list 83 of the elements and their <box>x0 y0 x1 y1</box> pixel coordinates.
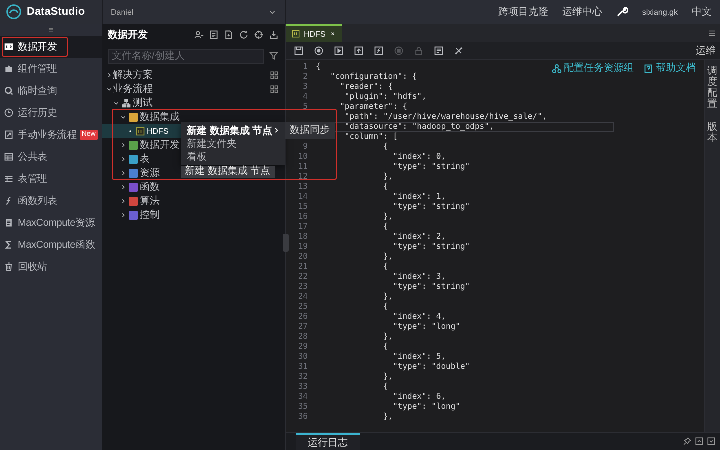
line-number: 34 <box>297 392 309 402</box>
code-line: }, <box>383 212 394 222</box>
code-line: "index": 3, <box>393 272 446 282</box>
line-number: 12 <box>297 172 309 182</box>
line-number: 30 <box>297 352 309 362</box>
tree-item-label: 解决方案 <box>113 68 153 82</box>
line-number: 31 <box>297 362 309 372</box>
code-line: "path": "/user/hive/warehouse/hive_sale/", <box>344 112 548 122</box>
app-title: DataStudio <box>27 6 86 18</box>
tree-item-label: 业务流程 <box>113 82 153 96</box>
code-line: }, <box>383 292 394 302</box>
tree-item-label: HDFS <box>147 126 169 136</box>
code-line: }, <box>383 412 394 422</box>
line-number: 27 <box>297 322 309 332</box>
line-number: 23 <box>297 282 309 292</box>
line-number: 16 <box>297 212 309 222</box>
tooltip: 新建 数据集成 节点 <box>181 166 275 178</box>
code-line: { <box>383 142 388 152</box>
code-line: { <box>383 262 388 272</box>
code-line: { <box>383 342 388 352</box>
tree-item-label: 数据集成 <box>140 110 180 124</box>
code-line: "index": 1, <box>393 192 446 202</box>
code-line: "index": 4, <box>393 312 446 322</box>
line-number: 15 <box>297 202 309 212</box>
line-number: 22 <box>297 272 309 282</box>
line-number: 17 <box>297 222 309 232</box>
line-number: 33 <box>297 382 309 392</box>
code-line: "datasource": "hadoop_to_odps", <box>344 122 494 132</box>
code-line: "type": "string" <box>393 282 470 292</box>
code-line: { <box>383 302 388 312</box>
code-line: "index": 5, <box>393 352 446 362</box>
line-number: 21 <box>297 262 309 272</box>
line-number: 1 <box>302 62 309 72</box>
code-line: }, <box>383 252 394 262</box>
code-line: "type": "string" <box>393 242 470 252</box>
line-number: 32 <box>297 372 309 382</box>
code-line: "plugin": "hdfs", <box>344 92 427 102</box>
code-line: "type": "string" <box>393 202 470 212</box>
line-number: 36 <box>297 412 309 422</box>
code-line: }, <box>383 372 394 382</box>
line-number: 26 <box>297 312 309 322</box>
code-line: "type": "string" <box>393 162 470 172</box>
line-number: 2 <box>302 72 309 82</box>
line-number: 24 <box>297 292 309 302</box>
line-number: 29 <box>297 342 309 352</box>
code-line: "index": 2, <box>393 232 446 242</box>
tree-item-label: 测试 <box>133 96 153 110</box>
code-line: { <box>383 182 388 192</box>
code-line: "index": 6, <box>393 392 446 402</box>
line-number: 9 <box>302 142 309 152</box>
line-number: 4 <box>302 92 309 102</box>
code-line: "reader": { <box>340 82 394 92</box>
code-line: }, <box>383 332 394 342</box>
line-number: 10 <box>297 152 309 162</box>
line-number: 19 <box>297 242 309 252</box>
line-number: 18 <box>297 232 309 242</box>
code-line: { <box>383 222 388 232</box>
code-line: { <box>383 382 388 392</box>
tree-item-label: 控制 <box>140 208 160 222</box>
code-line: }, <box>383 172 394 182</box>
line-number: 13 <box>297 182 309 192</box>
code-line: "type": "long" <box>393 322 460 332</box>
code-line: "parameter": { <box>340 102 408 112</box>
line-number: 5 <box>302 102 309 112</box>
line-number: 25 <box>297 302 309 312</box>
tree-item-label: 数据开发 <box>140 139 180 152</box>
code-line: "configuration": { <box>330 72 418 82</box>
line-number: 35 <box>297 402 309 412</box>
line-number: 14 <box>297 192 309 202</box>
tree-item-label: 算法 <box>140 194 160 208</box>
line-number: 20 <box>297 252 309 262</box>
line-number: 28 <box>297 332 309 342</box>
code-line: "column": [ <box>344 132 398 142</box>
line-number: 11 <box>297 162 309 172</box>
line-number: 3 <box>302 82 309 92</box>
code-line: "index": 0, <box>393 152 446 162</box>
tree-item-label: 表 <box>140 152 150 166</box>
code-line: "type": "double" <box>393 362 470 372</box>
tree-item-label: 资源 <box>140 167 160 180</box>
panel-title: 数据开发 <box>108 28 148 42</box>
code-line: "type": "long" <box>393 402 460 412</box>
code-line: { <box>316 62 321 72</box>
tree-item-label: 函数 <box>140 181 160 194</box>
